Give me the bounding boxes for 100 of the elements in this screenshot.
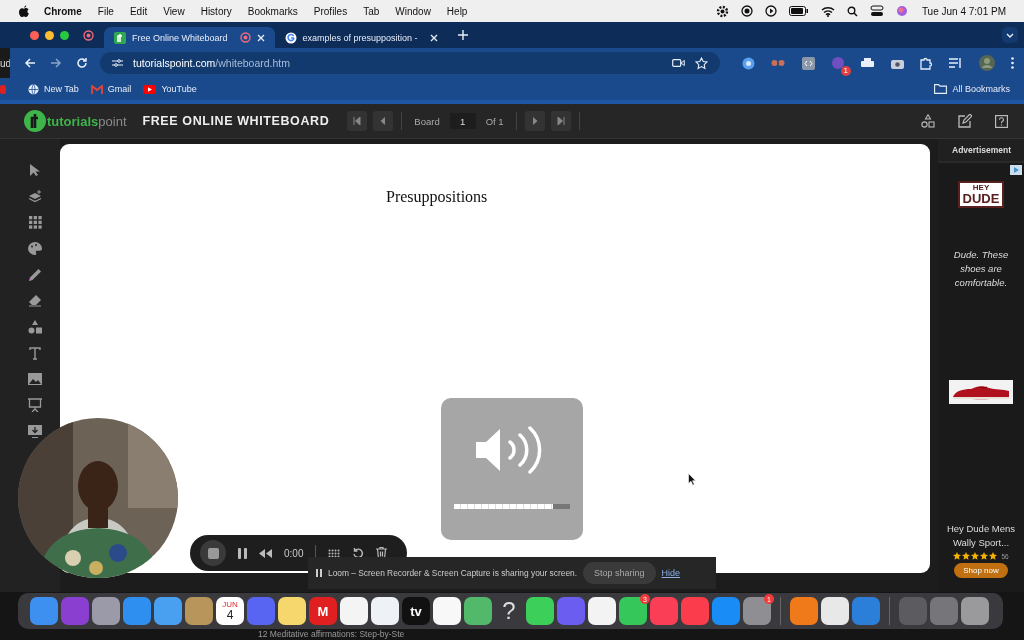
printer-icon[interactable]: [861, 57, 875, 69]
app-icon[interactable]: M: [309, 597, 337, 625]
menu-bar-item[interactable]: Profiles: [305, 5, 356, 17]
battery-icon[interactable]: [788, 6, 809, 16]
back-icon[interactable]: [24, 57, 36, 69]
search-icon[interactable]: [846, 5, 858, 17]
app-icon[interactable]: [526, 597, 554, 625]
layers-icon[interactable]: [28, 190, 42, 203]
site-logo-icon: [24, 110, 46, 132]
close-icon[interactable]: [429, 33, 438, 42]
site-logo-icon: [114, 31, 126, 44]
new-tab-icon[interactable]: [457, 30, 468, 40]
app-icon[interactable]: [340, 597, 368, 625]
app-icon[interactable]: [278, 597, 306, 625]
menu-bar-item[interactable]: Edit: [121, 5, 156, 17]
gear-icon[interactable]: [715, 4, 729, 18]
app-icon[interactable]: [464, 597, 492, 625]
wifi-icon[interactable]: [820, 5, 835, 17]
pencil-icon[interactable]: [28, 268, 42, 282]
notification-badge: 1: [840, 66, 851, 76]
first-board-button[interactable]: [347, 111, 368, 131]
browser-tab[interactable]: examples of presupposition -: [274, 27, 448, 48]
close-icon[interactable]: [256, 33, 265, 42]
menu-bar-item[interactable]: Tab: [355, 5, 388, 17]
site-settings-icon[interactable]: [112, 58, 123, 68]
previous-board-button[interactable]: [373, 111, 394, 131]
bookmark[interactable]: New Tab: [28, 83, 79, 95]
shapes-icon[interactable]: [28, 320, 42, 334]
tab-search-icon[interactable]: [1002, 27, 1018, 43]
pause-icon[interactable]: [238, 547, 247, 559]
close-window-button[interactable]: [30, 30, 39, 40]
bookmark[interactable]: Gmail: [90, 84, 132, 94]
apple-logo-icon[interactable]: [18, 4, 30, 18]
toggle-icon[interactable]: [869, 5, 884, 17]
app-icon[interactable]: [619, 597, 647, 625]
all-bookmarks-button[interactable]: All Bookmarks: [934, 84, 1010, 94]
stop-recording-button[interactable]: [200, 540, 226, 566]
code-icon[interactable]: [801, 56, 815, 70]
glasses-icon[interactable]: [771, 58, 786, 68]
dot-grid-icon[interactable]: [328, 548, 341, 558]
background-window-text: 12 Meditative affirmations: Step-by-Ste: [258, 629, 405, 639]
app-icon[interactable]: [588, 597, 616, 625]
bookmark[interactable]: YouTube: [143, 84, 197, 94]
image-icon[interactable]: [28, 373, 42, 385]
video-camera-icon[interactable]: [672, 58, 685, 68]
last-board-button[interactable]: [550, 111, 571, 131]
app-icon[interactable]: tv: [402, 597, 430, 625]
presentation-icon[interactable]: [28, 398, 42, 412]
app-icon[interactable]: [821, 597, 849, 625]
profile-avatar[interactable]: [978, 55, 995, 71]
text-tool-icon[interactable]: [29, 347, 41, 360]
menu-bar-app-name[interactable]: Chrome: [36, 5, 90, 17]
reading-list-icon[interactable]: [949, 57, 963, 69]
rewind-icon[interactable]: [259, 548, 272, 558]
help-app-icon[interactable]: ?: [495, 597, 523, 625]
calendar-app-icon[interactable]: JUN 4: [216, 597, 244, 625]
folder-icon: [934, 84, 948, 94]
record-icon[interactable]: [740, 5, 753, 17]
app-icon[interactable]: [371, 597, 399, 625]
menu-bar-item[interactable]: Help: [438, 5, 476, 17]
more-menu-icon[interactable]: [1010, 57, 1014, 69]
reload-icon[interactable]: [76, 57, 88, 69]
camera-icon[interactable]: [890, 57, 904, 69]
shapes-icon[interactable]: [921, 114, 935, 128]
next-board-button[interactable]: [524, 111, 545, 131]
menu-bar-item[interactable]: File: [89, 5, 122, 17]
help-icon[interactable]: [995, 114, 1008, 128]
menu-bar-item[interactable]: View: [155, 5, 193, 17]
palette-icon[interactable]: [28, 242, 42, 255]
orb-icon[interactable]: [895, 5, 908, 17]
shop-now-button[interactable]: Shop now: [954, 563, 1008, 578]
app-icon[interactable]: [433, 597, 461, 625]
address-bar[interactable]: tutorialspoint.com/whiteboard.htm: [100, 52, 720, 74]
star-icon[interactable]: [695, 56, 708, 70]
menu-bar-item[interactable]: Window: [387, 5, 439, 17]
browser-tab[interactable]: Free Online Whiteboard: [104, 27, 275, 48]
extension-icon[interactable]: [742, 56, 755, 70]
zoom-window-button[interactable]: [60, 30, 69, 40]
recording-timer: 0:00: [284, 547, 304, 559]
grid-icon[interactable]: [28, 216, 42, 229]
tab-title: examples of presupposition -: [302, 32, 418, 43]
forward-icon[interactable]: [50, 57, 62, 69]
download-icon[interactable]: [28, 425, 42, 438]
play-icon[interactable]: [764, 5, 777, 17]
board-number-field[interactable]: 1: [449, 113, 476, 129]
restart-icon[interactable]: [352, 547, 365, 559]
puzzle-piece-icon[interactable]: [919, 56, 933, 70]
envelope-icon: [90, 84, 103, 94]
eraser-icon[interactable]: [28, 295, 42, 307]
pointer-icon[interactable]: [29, 163, 41, 177]
menu-bar-clock[interactable]: Tue Jun 4 7:01 PM: [913, 5, 1014, 17]
stop-sharing-button[interactable]: Stop sharing: [583, 562, 656, 584]
skip-back-icon: [353, 117, 362, 125]
menu-bar-item[interactable]: History: [192, 5, 240, 17]
menu-bar-item[interactable]: Bookmarks: [239, 5, 306, 17]
advertisement-label: Advertisement: [938, 139, 1024, 163]
pause-icon: [316, 569, 322, 577]
board-total: Of 1: [484, 115, 505, 127]
edit-icon[interactable]: [958, 114, 972, 128]
minimize-window-button[interactable]: [45, 30, 54, 40]
